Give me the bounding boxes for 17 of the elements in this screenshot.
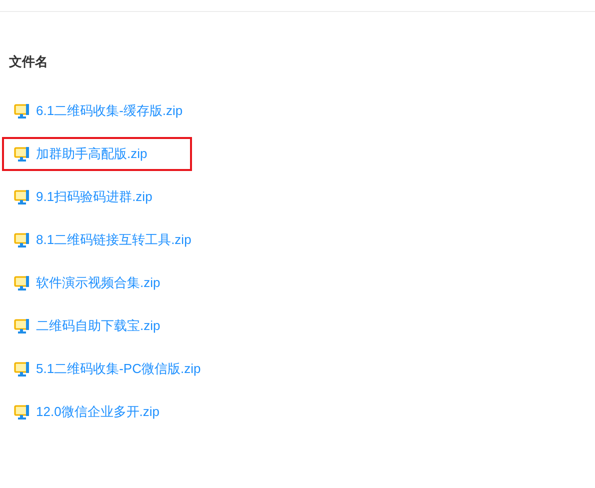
monitor-icon	[14, 318, 30, 334]
monitor-icon	[14, 275, 30, 291]
monitor-icon	[14, 103, 30, 119]
file-link[interactable]: 9.1扫码验码进群.zip	[36, 188, 152, 206]
file-link[interactable]: 二维码自助下载宝.zip	[36, 317, 160, 335]
monitor-icon	[14, 189, 30, 205]
file-link[interactable]: 软件演示视频合集.zip	[36, 274, 160, 292]
file-link[interactable]: 12.0微信企业多开.zip	[36, 403, 160, 421]
file-link[interactable]: 8.1二维码链接互转工具.zip	[36, 231, 192, 249]
file-link[interactable]: 加群助手高配版.zip	[36, 145, 148, 163]
monitor-icon	[14, 361, 30, 377]
monitor-icon	[14, 232, 30, 248]
monitor-icon	[14, 404, 30, 420]
file-link[interactable]: 6.1二维码收集-缓存版.zip	[36, 102, 183, 120]
file-link[interactable]: 5.1二维码收集-PC微信版.zip	[36, 360, 201, 378]
column-header: 文件名	[8, 53, 49, 71]
monitor-icon	[14, 146, 30, 162]
